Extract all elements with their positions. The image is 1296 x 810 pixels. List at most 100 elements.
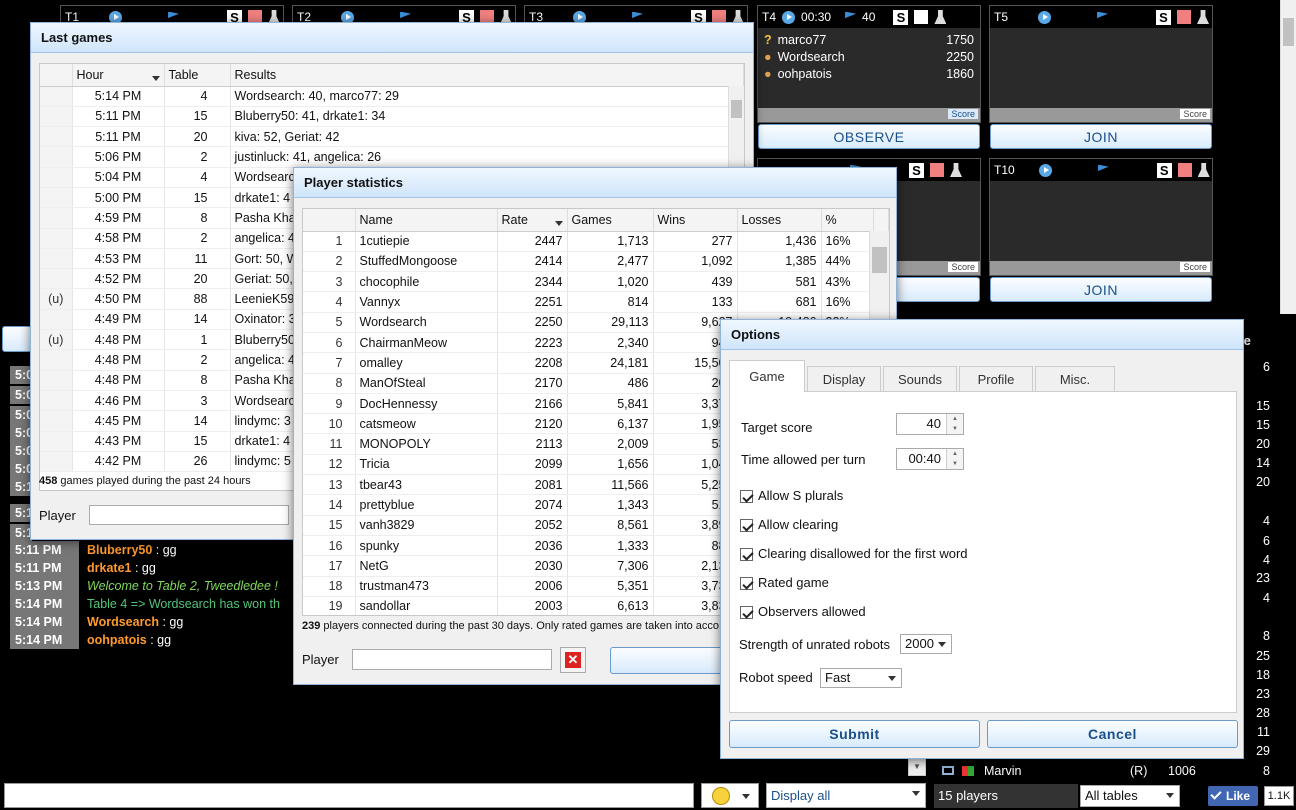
chat-user[interactable]: drkate1 — [87, 561, 131, 575]
observers-allowed-checkbox[interactable]: Observers allowed — [740, 604, 866, 620]
row-flag — [40, 349, 73, 371]
allow-clearing-checkbox[interactable]: Allow clearing — [740, 517, 839, 533]
join-button-t10[interactable]: JOIN — [990, 277, 1212, 302]
col-games[interactable]: Games — [567, 209, 654, 232]
chat-line: 5:14 PM Wordsearch : gg — [10, 613, 183, 631]
chat-user[interactable]: Wordsearch — [87, 615, 159, 629]
score-label[interactable]: Score — [1180, 109, 1210, 119]
rate-cell: 2099 — [497, 454, 568, 476]
scroll-thumb[interactable] — [731, 100, 742, 118]
like-button[interactable]: Like — [1208, 786, 1258, 806]
allow-s-plurals-checkbox[interactable]: Allow S plurals — [740, 488, 843, 504]
chat-toolbar-button[interactable] — [2, 326, 32, 352]
target-score-value: 40 — [926, 416, 941, 431]
player-table-number: 15 — [1256, 418, 1270, 432]
table-cell: 14 — [164, 309, 231, 331]
rate-cell: 2250 — [497, 312, 568, 333]
spin-arrows-icon[interactable]: ▲ ▼ — [946, 449, 963, 469]
hour-cell: 5:04 PM — [72, 167, 165, 188]
score-label[interactable]: Score — [948, 109, 978, 119]
display-filter-select[interactable]: Display all — [766, 783, 926, 808]
col-losses[interactable]: Losses — [737, 209, 822, 232]
scroll-thumb[interactable] — [872, 247, 887, 273]
table-row[interactable]: 5:06 PM 2 justinluck: 41, angelica: 26 — [40, 146, 744, 168]
tab-sounds[interactable]: Sounds — [883, 366, 957, 391]
observe-button[interactable]: OBSERVE — [758, 124, 980, 149]
robot-strength-select[interactable]: 2000 — [900, 634, 952, 654]
col-wins[interactable]: Wins — [653, 209, 738, 232]
score-label[interactable]: Score — [1180, 262, 1210, 272]
tables-scrollbar[interactable] — [1280, 0, 1296, 314]
checkbox-checked-icon[interactable] — [740, 490, 753, 504]
player-stats-search-button[interactable] — [610, 647, 730, 674]
table-row[interactable]: 3 chocophile 2344 1,020 439 581 43% — [303, 271, 889, 293]
time-per-turn-stepper[interactable]: 00:40 ▲ ▼ — [896, 448, 964, 470]
checkbox-checked-icon[interactable] — [740, 577, 753, 591]
rank-cell: 14 — [303, 494, 356, 516]
chat-user[interactable]: Bluberry50 — [87, 543, 152, 557]
robot-speed-select[interactable]: Fast — [820, 668, 902, 688]
table-t10[interactable]: T10 S Score — [989, 158, 1213, 276]
games-cell: 1,713 — [567, 231, 654, 252]
hour-cell: 4:45 PM — [72, 410, 165, 432]
checkbox-checked-icon[interactable] — [740, 606, 753, 620]
chat-input[interactable] — [4, 783, 694, 808]
target-score-stepper[interactable]: 40 ▲ ▼ — [896, 413, 964, 435]
table-row[interactable]: 5:11 PM 15 Bluberry50: 41, drkate1: 34 — [40, 106, 744, 128]
checkbox-label: Allow clearing — [758, 517, 839, 532]
rated-game-checkbox[interactable]: Rated game — [740, 575, 829, 591]
col-rate[interactable]: Rate — [497, 209, 568, 232]
tab-profile[interactable]: Profile — [959, 366, 1033, 391]
tab-game[interactable]: Game — [729, 360, 805, 392]
player-stats-player-input[interactable] — [352, 649, 552, 670]
tab-misc[interactable]: Misc. — [1035, 366, 1115, 391]
player-stats-title[interactable]: Player statistics — [294, 168, 896, 198]
table-row[interactable]: 1 1cutiepie 2447 1,713 277 1,436 16% — [303, 231, 889, 252]
last-games-title[interactable]: Last games — [31, 23, 753, 53]
hour-cell: 4:48 PM — [72, 329, 165, 351]
col-name[interactable]: Name — [355, 209, 498, 232]
col-results[interactable]: Results — [230, 64, 744, 87]
chat-time: 5:14 PM — [10, 631, 79, 649]
checkbox-checked-icon[interactable] — [740, 548, 753, 562]
col-rank — [303, 209, 356, 232]
color-box-icon — [1177, 10, 1192, 24]
tab-display[interactable]: Display — [807, 366, 881, 391]
player-table-number: 4 — [1263, 514, 1270, 528]
games-cell: 11,566 — [567, 474, 654, 496]
player-row-marvin[interactable]: Marvin (R) 1006 — [940, 763, 1200, 779]
chat-scroll-down[interactable]: ▼ — [908, 758, 926, 776]
emoji-button[interactable] — [701, 783, 759, 808]
table-row[interactable]: 2 StuffedMongoose 2414 2,477 1,092 1,385 44% — [303, 251, 889, 273]
table-t5[interactable]: T5 S Score — [989, 5, 1213, 123]
checkbox-checked-icon[interactable] — [740, 519, 753, 533]
user-icon — [1197, 163, 1210, 177]
col-pct[interactable]: % — [821, 209, 874, 232]
clear-player-button[interactable]: ✕ — [560, 647, 586, 673]
table-row[interactable]: 4 Vannyx 2251 814 133 681 16% — [303, 291, 889, 313]
cancel-button[interactable]: Cancel — [987, 720, 1238, 748]
spin-arrows-icon[interactable]: ▲ ▼ — [946, 414, 963, 434]
last-games-player-input[interactable] — [89, 505, 289, 525]
tables-filter-select[interactable]: All tables — [1080, 785, 1180, 807]
col-hour[interactable]: Hour — [72, 64, 165, 87]
color-box-icon — [930, 163, 944, 177]
join-button-t5[interactable]: JOIN — [990, 124, 1212, 149]
clearing-first-word-checkbox[interactable]: Clearing disallowed for the first word — [740, 546, 968, 562]
submit-button[interactable]: Submit — [729, 720, 980, 748]
table-row[interactable]: 5:11 PM 20 kiva: 52, Geriat: 42 — [40, 126, 744, 148]
col-u — [40, 64, 73, 87]
score-label[interactable]: Score — [948, 262, 978, 272]
chat-user[interactable]: oohpatois — [87, 633, 147, 647]
table-cell: 11 — [164, 248, 231, 270]
scroll-thumb[interactable] — [1283, 18, 1294, 46]
table-row[interactable]: 5:14 PM 4 Wordsearch: 40, marco77: 29 — [40, 86, 744, 107]
options-title[interactable]: Options — [721, 320, 1243, 350]
time-per-turn-value: 00:40 — [908, 451, 941, 466]
table-t4[interactable]: T4 00:30 40 S ? marco77 1750 ● Wordsearch 22… — [757, 5, 981, 123]
options-tabs: Game Display Sounds Profile Misc. — [729, 360, 1239, 392]
play-icon — [1038, 163, 1052, 177]
col-table[interactable]: Table — [164, 64, 231, 87]
table-id: T5 — [994, 10, 1009, 24]
hour-cell: 5:06 PM — [72, 146, 165, 168]
